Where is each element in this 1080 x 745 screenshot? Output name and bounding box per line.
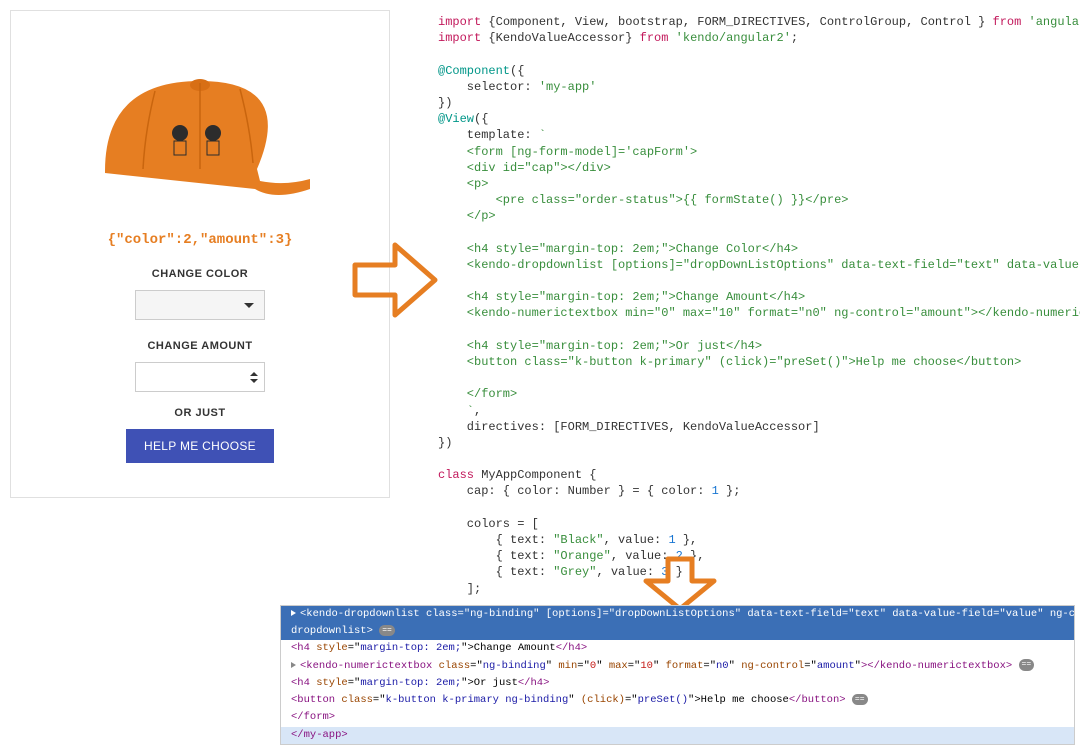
source-code-block: import {Component, View, bootstrap, FORM… [438, 14, 1078, 645]
devtools-node-h4-orjust[interactable]: <h4 style="margin-top: 2em;">Or just</h4… [281, 675, 1074, 692]
label-change-color: CHANGE COLOR [11, 268, 389, 280]
color-dropdown[interactable] [135, 290, 265, 320]
devtools-node-myapp-close[interactable]: </my-app> [281, 727, 1074, 744]
devtools-selected-node[interactable]: <kendo-dropdownlist class="ng-binding" [… [281, 606, 1074, 623]
devtools-node-form-close[interactable]: </form> [281, 709, 1074, 726]
amount-numerictextbox[interactable] [135, 362, 265, 392]
devtools-node-button[interactable]: <button class="k-button k-primary ng-bin… [281, 692, 1074, 709]
help-me-choose-button[interactable]: HELP ME CHOOSE [126, 429, 274, 463]
devtools-elements-panel[interactable]: <kendo-dropdownlist class="ng-binding" [… [280, 605, 1075, 745]
devtools-node-h4-amount[interactable]: <h4 style="margin-top: 2em;">Change Amou… [281, 640, 1074, 657]
devtools-selected-node-cont[interactable]: dropdownlist> == [281, 623, 1074, 640]
arrow-right-icon [350, 240, 440, 320]
spinner-arrows-icon [250, 372, 258, 383]
cap-image [85, 41, 315, 211]
preview-panel: {"color":2,"amount":3} CHANGE COLOR CHAN… [10, 10, 390, 498]
chevron-down-icon [244, 303, 254, 308]
order-status-json: {"color":2,"amount":3} [11, 232, 389, 248]
label-change-amount: CHANGE AMOUNT [11, 340, 389, 352]
label-or-just: OR JUST [11, 407, 389, 419]
devtools-node-numerictextbox[interactable]: <kendo-numerictextbox class="ng-binding"… [281, 658, 1074, 675]
